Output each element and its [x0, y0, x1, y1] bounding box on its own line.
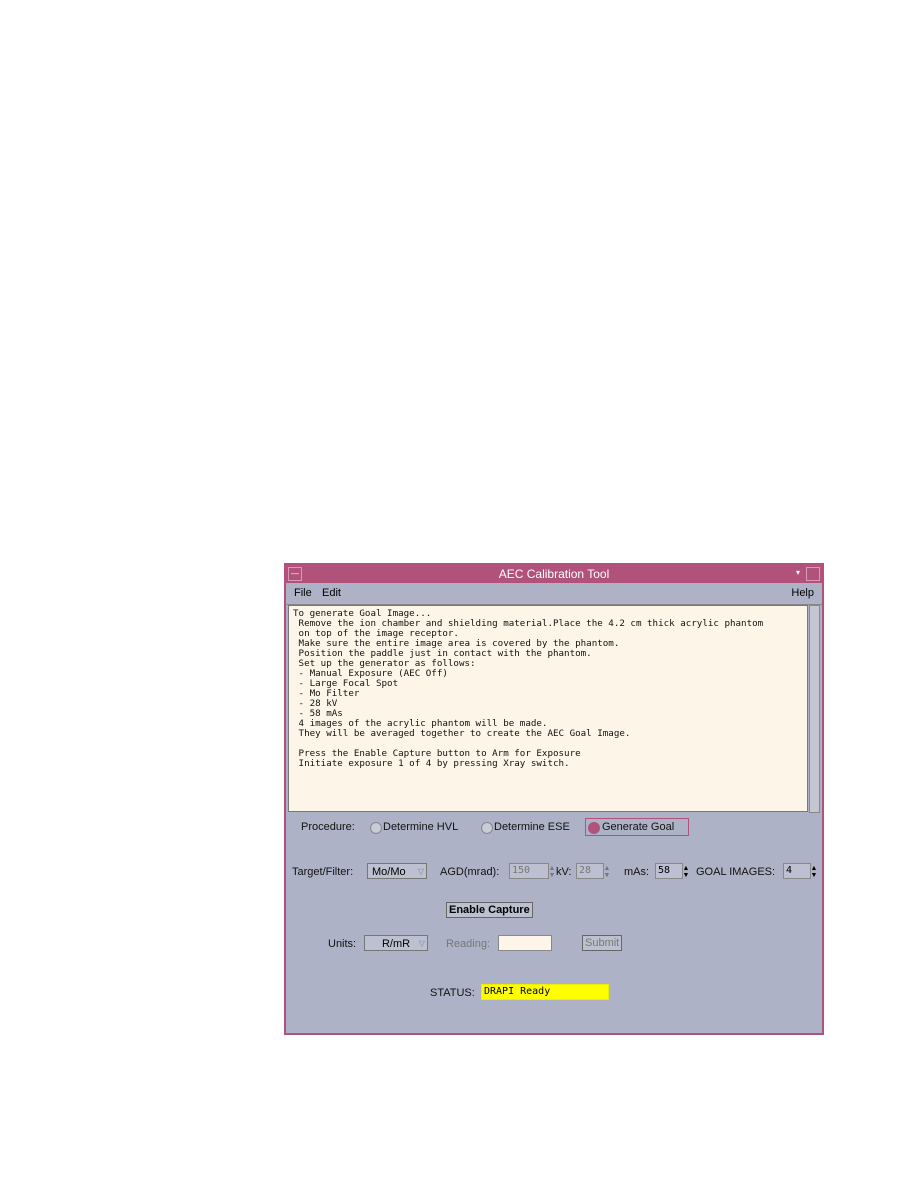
target-filter-value: Mo/Mo — [372, 866, 406, 878]
title-bar[interactable]: — AEC Calibration Tool ▾ — [286, 565, 822, 583]
goal-images-spinner[interactable]: 4 — [783, 863, 811, 879]
spinner-arrows-icon[interactable]: ▲ ▼ — [603, 865, 611, 879]
procedure-label: Procedure: — [301, 821, 355, 833]
window-title: AEC Calibration Tool — [498, 567, 610, 581]
window-menu-button[interactable]: — — [288, 567, 302, 581]
radio-determine-hvl[interactable] — [370, 822, 382, 834]
kv-spinner[interactable]: 28 — [576, 863, 604, 879]
spinner-arrows-icon[interactable]: ▲ ▼ — [682, 865, 690, 879]
units-dropdown[interactable]: R/mR ▽ — [364, 935, 428, 951]
reading-label: Reading: — [446, 938, 491, 950]
instructions-scrollbar[interactable] — [809, 605, 820, 813]
mas-label: mAs: — [624, 866, 650, 878]
instructions-text-area[interactable]: To generate Goal Image... Remove the ion… — [288, 605, 808, 812]
status-field: DRAPI Ready — [481, 984, 609, 1000]
aec-calibration-window: — AEC Calibration Tool ▾ File Edit Help … — [284, 563, 824, 1035]
agd-spinner[interactable]: 150 — [509, 863, 549, 879]
goal-images-label: GOAL IMAGES: — [696, 866, 776, 878]
reading-input[interactable] — [498, 935, 552, 951]
menu-bar: File Edit Help — [286, 583, 822, 605]
menu-file[interactable]: File — [294, 583, 312, 604]
menu-edit[interactable]: Edit — [322, 583, 341, 604]
radio-generate-goal[interactable] — [588, 822, 600, 834]
menu-help[interactable]: Help — [791, 583, 814, 604]
spinner-arrows-icon[interactable]: ▲ ▼ — [548, 865, 556, 879]
mas-spinner[interactable]: 58 — [655, 863, 683, 879]
radio-determine-ese[interactable] — [481, 822, 493, 834]
target-filter-dropdown[interactable]: Mo/Mo ▽ — [367, 863, 427, 879]
target-filter-label: Target/Filter: — [292, 866, 354, 878]
submit-button[interactable]: Submit — [582, 935, 623, 951]
spinner-arrows-icon[interactable]: ▲ ▼ — [810, 865, 818, 879]
units-value: R/mR — [381, 938, 411, 950]
radio-label-goal: Generate Goal — [602, 821, 675, 833]
chevron-down-icon: ▽ — [417, 867, 424, 876]
kv-label: kV: — [556, 866, 572, 878]
minimize-button[interactable]: ▾ — [792, 567, 804, 579]
units-label: Units: — [328, 938, 357, 950]
enable-capture-button[interactable]: Enable Capture — [446, 902, 533, 918]
chevron-down-icon: ▽ — [418, 939, 425, 948]
agd-label: AGD(mrad): — [440, 866, 500, 878]
status-label: STATUS: — [430, 987, 475, 999]
maximize-button[interactable] — [806, 567, 820, 581]
radio-label-ese: Determine ESE — [494, 821, 570, 833]
radio-label-hvl: Determine HVL — [383, 821, 459, 833]
